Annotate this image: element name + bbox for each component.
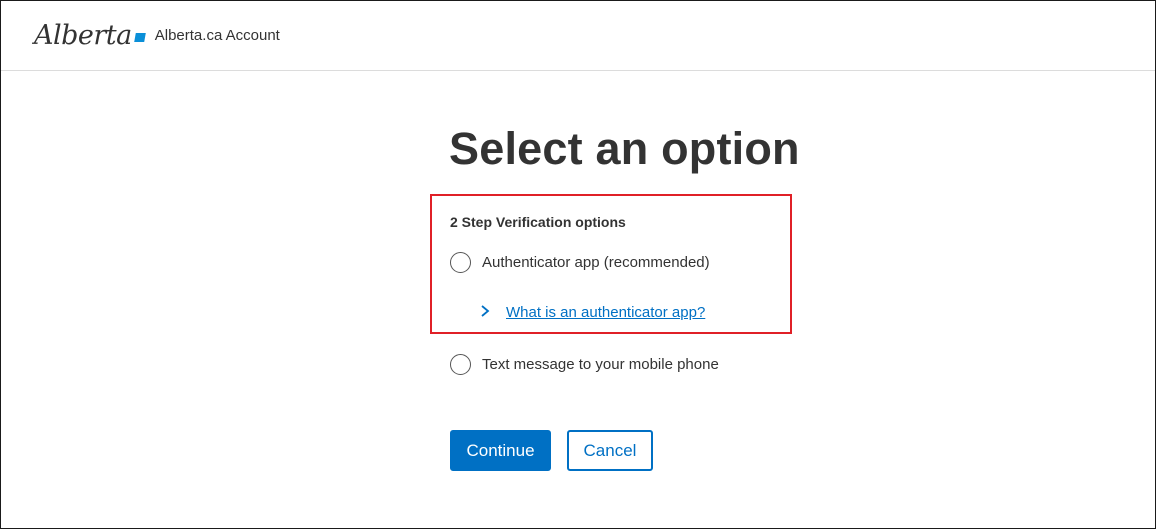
alberta-logo[interactable]: Alberta bbox=[34, 20, 146, 51]
page-title: Select an option bbox=[449, 123, 800, 174]
alberta-logo-wordmark: Alberta bbox=[34, 20, 132, 51]
browser-frame: Alberta Alberta.ca Account Select an opt… bbox=[0, 0, 1156, 529]
header-title: Alberta.ca Account bbox=[154, 27, 280, 44]
radio-label-text-message: Text message to your mobile phone bbox=[482, 356, 719, 373]
authenticator-help-link-text[interactable]: What is an authenticator app? bbox=[506, 304, 705, 321]
chevron-right-icon bbox=[480, 304, 492, 321]
verification-options-label: 2 Step Verification options bbox=[450, 214, 626, 230]
cancel-button[interactable]: Cancel bbox=[567, 430, 653, 471]
authenticator-help-link[interactable]: What is an authenticator app? bbox=[480, 304, 705, 321]
site-header: Alberta Alberta.ca Account bbox=[1, 1, 1155, 71]
chevron-right-icon-svg bbox=[481, 304, 490, 317]
radio-button-authenticator-app[interactable] bbox=[450, 252, 471, 273]
alberta-logo-mark-icon bbox=[133, 32, 146, 42]
main-content: Select an option bbox=[449, 126, 869, 171]
continue-button[interactable]: Continue bbox=[450, 430, 551, 471]
radio-option-authenticator-app[interactable]: Authenticator app (recommended) bbox=[450, 252, 710, 273]
radio-button-text-message[interactable] bbox=[450, 354, 471, 375]
radio-option-text-message[interactable]: Text message to your mobile phone bbox=[450, 354, 719, 375]
radio-label-authenticator-app: Authenticator app (recommended) bbox=[482, 254, 710, 271]
